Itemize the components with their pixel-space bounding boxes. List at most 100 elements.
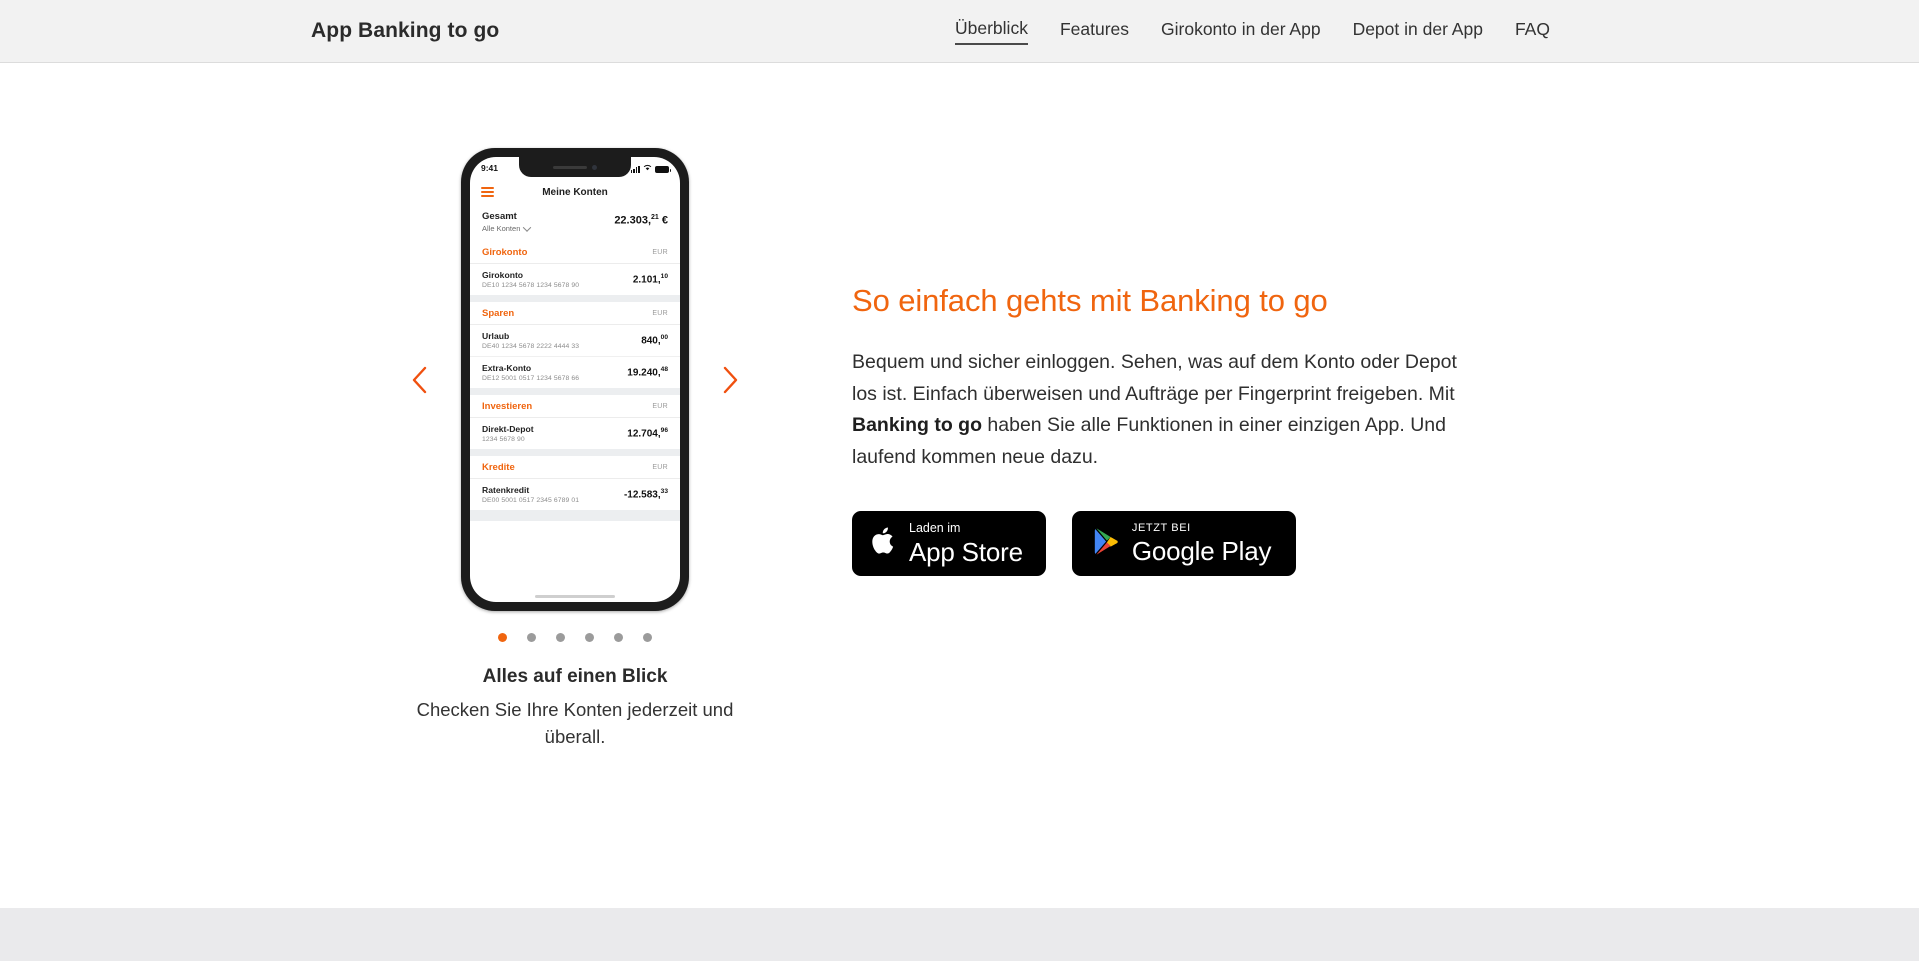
app-screenshot-carousel: 9:41 Meine Konten Gesamt Alle Konten 22.…	[380, 148, 770, 751]
total-balance-row: Gesamt Alle Konten 22.303,21 €	[470, 205, 680, 241]
account-group-header: Kredite EUR	[470, 456, 680, 479]
app-store-badge[interactable]: Laden im App Store	[852, 511, 1046, 576]
account-row[interactable]: Extra-Konto DE12 5001 0517 1234 5678 66 19…	[470, 357, 680, 388]
carousel-dot-2[interactable]	[527, 633, 536, 642]
promo-section: So einfach gehts mit Banking to go Beque…	[852, 283, 1492, 576]
account-amount-cents: 33	[660, 488, 668, 496]
google-play-badge-small: JETZT BEI	[1131, 522, 1191, 535]
account-amount-main: 19.240,	[627, 367, 661, 379]
account-filter-label: Alle Konten	[482, 224, 521, 233]
nav-item-4[interactable]: FAQ	[1515, 19, 1550, 44]
app-store-badge-text: Laden im App Store	[909, 522, 1023, 565]
account-info: Girokonto DE10 1234 5678 1234 5678 90	[482, 270, 579, 289]
account-amount-cents: 00	[660, 334, 668, 342]
account-groups-list[interactable]: Girokonto EUR Girokonto DE10 1234 5678 1234…	[470, 241, 680, 521]
chevron-left-icon	[410, 365, 430, 395]
account-info: Urlaub DE40 1234 5678 2222 4444 33	[482, 331, 579, 350]
total-label: Gesamt	[482, 211, 517, 222]
account-amount-cents: 96	[660, 427, 668, 435]
carousel-next-button[interactable]	[713, 363, 747, 397]
account-row[interactable]: Urlaub DE40 1234 5678 2222 4444 33 840,00	[470, 325, 680, 357]
google-play-badge[interactable]: JETZT BEI Google Play	[1071, 511, 1297, 576]
account-amount-cents: 10	[660, 273, 668, 281]
chevron-right-icon	[720, 365, 740, 395]
total-amount-currency: €	[658, 214, 668, 227]
google-play-badge-big: Google Play	[1131, 536, 1272, 567]
total-amount: 22.303,21 €	[614, 214, 668, 227]
app-screen-title: Meine Konten	[542, 186, 608, 198]
account-iban: DE40 1234 5678 2222 4444 33	[482, 343, 580, 350]
account-iban: DE10 1234 5678 1234 5678 90	[482, 282, 580, 289]
app-store-badge-big: App Store	[909, 536, 1023, 567]
account-amount: 12.704,96	[627, 427, 668, 439]
footer-band	[0, 908, 1919, 961]
account-iban: DE00 5001 0517 2345 6789 01	[482, 497, 580, 504]
account-group-header: Sparen EUR	[470, 302, 680, 325]
google-play-badge-text: JETZT BEI Google Play	[1131, 522, 1272, 567]
carousel-dot-6[interactable]	[643, 633, 652, 642]
promo-body: Bequem und sicher einloggen. Sehen, was …	[852, 347, 1474, 473]
account-group-currency: EUR	[652, 249, 668, 256]
account-group: Sparen EUR Urlaub DE40 1234 5678 2222 4444 …	[470, 302, 680, 388]
carousel-dot-3[interactable]	[556, 633, 565, 642]
account-group-name: Sparen	[482, 308, 515, 319]
account-amount: 2.101,10	[633, 273, 668, 285]
nav-item-2[interactable]: Girokonto in der App	[1161, 19, 1321, 44]
hamburger-menu-icon[interactable]	[481, 186, 494, 198]
account-row[interactable]: Ratenkredit DE00 5001 0517 2345 6789 01 -1…	[470, 479, 680, 510]
chevron-down-icon	[523, 222, 532, 232]
account-amount: 840,00	[641, 334, 668, 346]
wifi-icon	[643, 163, 652, 173]
account-iban: DE12 5001 0517 1234 5678 66	[482, 375, 580, 382]
battery-full-icon	[655, 166, 671, 173]
account-info: Direkt-Depot 1234 5678 90	[482, 424, 534, 443]
account-group-currency: EUR	[652, 310, 668, 317]
account-info: Extra-Konto DE12 5001 0517 1234 5678 66	[482, 363, 579, 382]
promo-body-bold: Banking to go	[852, 414, 982, 437]
account-info: Ratenkredit DE00 5001 0517 2345 6789 01	[482, 485, 579, 504]
site-header: App Banking to go Überblick Features Girok…	[0, 0, 1919, 63]
promo-body-part1: Bequem und sicher einloggen. Sehen, was …	[852, 351, 1457, 405]
account-row[interactable]: Girokonto DE10 1234 5678 1234 5678 90 2.10…	[470, 264, 680, 295]
nav-item-3[interactable]: Depot in der App	[1353, 19, 1483, 44]
account-amount-main: 840,	[641, 335, 661, 347]
account-filter-dropdown[interactable]: Alle Konten	[482, 222, 532, 233]
carousel-dot-5[interactable]	[614, 633, 623, 642]
total-amount-cents: 21	[651, 214, 659, 221]
nav-item-1[interactable]: Features	[1060, 19, 1129, 44]
total-amount-main: 22.303,	[614, 214, 652, 227]
account-row[interactable]: Direkt-Depot 1234 5678 90 12.704,96	[470, 418, 680, 449]
status-icons	[630, 163, 671, 173]
phone-status-bar: 9:41	[470, 157, 680, 179]
account-group-currency: EUR	[652, 464, 668, 471]
apple-logo-icon	[871, 525, 898, 562]
phone-screen: 9:41 Meine Konten Gesamt Alle Konten 22.…	[470, 157, 680, 602]
account-amount: 19.240,48	[627, 366, 668, 378]
status-time: 9:41	[481, 163, 499, 173]
carousel-dot-4[interactable]	[585, 633, 594, 642]
phone-mockup: 9:41 Meine Konten Gesamt Alle Konten 22.…	[461, 148, 689, 611]
account-amount-main: 12.704,	[627, 428, 661, 440]
account-group-name: Investieren	[482, 401, 533, 412]
account-name: Urlaub	[482, 331, 510, 341]
carousel-dot-1[interactable]	[498, 633, 507, 642]
google-play-logo-icon	[1093, 526, 1121, 562]
account-name: Girokonto	[482, 270, 524, 280]
account-group-currency: EUR	[652, 403, 668, 410]
carousel-prev-button[interactable]	[403, 363, 437, 397]
total-balance-labels: Gesamt Alle Konten	[482, 211, 532, 233]
account-group: Kredite EUR Ratenkredit DE00 5001 0517 2345…	[470, 456, 680, 510]
account-name: Extra-Konto	[482, 363, 532, 373]
carousel-caption-subtitle: Checken Sie Ihre Konten jederzeit und üb…	[416, 699, 734, 748]
page-title: App Banking to go	[311, 19, 500, 42]
nav-item-0[interactable]: Überblick	[955, 18, 1028, 45]
carousel-dots	[498, 633, 652, 642]
carousel-row: 9:41 Meine Konten Gesamt Alle Konten 22.…	[380, 148, 770, 611]
account-group-header: Investieren EUR	[470, 395, 680, 418]
account-group-name: Girokonto	[482, 247, 528, 258]
store-badges: Laden im App Store JETZT BEI Google Play	[852, 511, 1492, 576]
account-group: Girokonto EUR Girokonto DE10 1234 5678 1234…	[470, 241, 680, 295]
account-group: Investieren EUR Direkt-Depot 1234 5678 90 12…	[470, 395, 680, 449]
account-amount-main: 2.101,	[632, 274, 661, 286]
home-indicator	[535, 595, 615, 598]
